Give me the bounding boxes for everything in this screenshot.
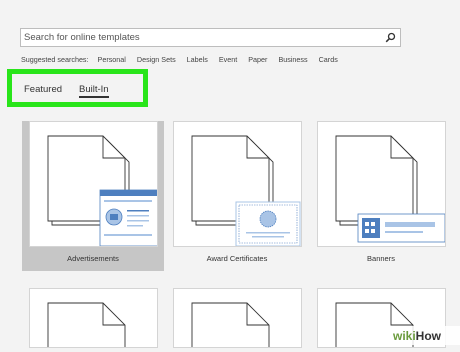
template-thumbnail — [317, 121, 446, 247]
suggested-link-business[interactable]: Business — [278, 55, 307, 64]
tab-built-in[interactable]: Built-In — [79, 84, 109, 98]
template-card-award-certificates[interactable]: Award Certificates — [166, 121, 308, 271]
template-label: Advertisements — [67, 254, 119, 263]
search-icon — [385, 32, 395, 43]
suggested-link-personal[interactable]: Personal — [98, 55, 126, 64]
suggested-searches: Suggested searches: Personal Design Sets… — [21, 55, 347, 65]
page-fold-icon — [191, 135, 301, 247]
suggested-link-paper[interactable]: Paper — [248, 55, 267, 64]
suggested-link-event[interactable]: Event — [219, 55, 237, 64]
suggested-searches-label: Suggested searches: — [21, 55, 89, 64]
search-button[interactable] — [382, 30, 398, 45]
template-card-advertisements[interactable]: Advertisements — [22, 121, 164, 271]
template-card[interactable] — [22, 288, 164, 350]
template-card-banners[interactable]: Banners — [310, 121, 452, 271]
suggested-link-design-sets[interactable]: Design Sets — [137, 55, 176, 64]
page-fold-icon — [47, 135, 159, 247]
tab-featured[interactable]: Featured — [24, 84, 62, 95]
suggested-link-labels[interactable]: Labels — [187, 55, 208, 64]
template-thumbnail — [29, 288, 158, 350]
tabs-highlight-box: Featured Built-In — [7, 69, 148, 107]
template-search-box[interactable] — [20, 28, 401, 47]
template-thumbnail — [173, 288, 302, 350]
template-label: Award Certificates — [206, 254, 268, 263]
template-thumbnail — [29, 121, 159, 247]
suggested-link-cards[interactable]: Cards — [319, 55, 338, 64]
page-fold-icon — [47, 302, 126, 350]
page-fold-icon — [191, 302, 270, 350]
template-label: Banners — [367, 254, 395, 263]
page-fold-icon — [335, 135, 446, 243]
watermark-logo: wiki How — [374, 326, 460, 345]
template-card[interactable] — [166, 288, 308, 350]
template-thumbnail — [173, 121, 302, 247]
search-input[interactable] — [21, 29, 379, 46]
watermark-wiki: wiki — [392, 328, 416, 343]
watermark-how: How — [415, 328, 442, 343]
